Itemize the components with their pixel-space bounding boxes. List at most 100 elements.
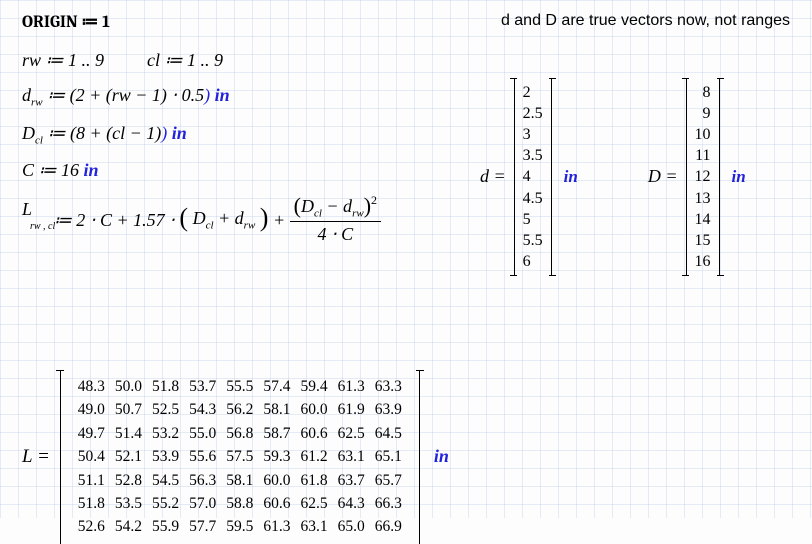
matrix-cell: 58.8 xyxy=(222,493,257,514)
matrix-cell: 57.5 xyxy=(222,446,257,467)
matrix-row: 50.452.153.955.657.559.361.263.165.1 xyxy=(74,446,406,467)
matrix-cell: 59.4 xyxy=(297,376,332,397)
matrix-cell: 53.7 xyxy=(185,376,220,397)
vector-d-values: 22.533.544.555.56 xyxy=(517,78,549,276)
range-rw: rw ≔ 1 .. 9 xyxy=(22,50,104,70)
matrix-cell: 55.0 xyxy=(185,423,220,444)
matrix-cell: 54.5 xyxy=(148,470,183,491)
vector-cell: 14 xyxy=(695,209,711,230)
unit-in: in xyxy=(84,160,99,180)
matrix-cell: 61.3 xyxy=(334,376,369,397)
matrix-cell: 54.2 xyxy=(111,516,146,537)
matrix-cell: 50.4 xyxy=(74,446,109,467)
vector-cell: 4 xyxy=(523,166,543,187)
vector-cell: 2 xyxy=(523,82,543,103)
unit-in: in xyxy=(172,123,187,143)
matrix-cell: 52.5 xyxy=(148,399,183,420)
matrix-cell: 56.3 xyxy=(185,470,220,491)
matrix-cell: 51.4 xyxy=(111,423,146,444)
matrix-cell: 63.1 xyxy=(334,446,369,467)
matrix-cell: 65.1 xyxy=(371,446,406,467)
matrix-cell: 55.5 xyxy=(222,376,257,397)
matrix-cell: 52.1 xyxy=(111,446,146,467)
matrix-row: 48.350.051.853.755.557.459.461.363.3 xyxy=(74,376,406,397)
matrix-row: 51.853.555.257.058.860.662.564.366.3 xyxy=(74,493,406,514)
vector-cell: 16 xyxy=(695,251,711,272)
matrix-cell: 59.3 xyxy=(259,446,294,467)
vector-cell: 6 xyxy=(523,251,543,272)
matrix-cell: 58.7 xyxy=(259,423,294,444)
origin-definition: ORIGIN ≔ 1 xyxy=(22,12,110,32)
matrix-cell: 60.6 xyxy=(259,493,294,514)
matrix-cell: 52.6 xyxy=(74,516,109,537)
vector-cell: 10 xyxy=(695,124,711,145)
matrix-cell: 65.7 xyxy=(371,470,406,491)
unit-in: in xyxy=(434,446,449,467)
matrix-cell: 61.8 xyxy=(297,470,332,491)
matrix-cell: 57.7 xyxy=(185,516,220,537)
vector-cell: 5 xyxy=(523,209,543,230)
vector-capital-d-display: D = 8910111213141516 in xyxy=(648,78,746,276)
matrix-cell: 55.2 xyxy=(148,493,183,514)
matrix-cell: 64.5 xyxy=(371,423,406,444)
matrix-cell: 60.0 xyxy=(297,399,332,420)
unit-in: in xyxy=(732,167,746,187)
matrix-cell: 50.7 xyxy=(111,399,146,420)
matrix-cell: 63.7 xyxy=(334,470,369,491)
matrix-row: 49.050.752.554.356.258.160.061.963.9 xyxy=(74,399,406,420)
matrix-cell: 58.1 xyxy=(222,470,257,491)
matrix-cell: 53.2 xyxy=(148,423,183,444)
matrix-cell: 53.9 xyxy=(148,446,183,467)
matrix-cell: 55.6 xyxy=(185,446,220,467)
matrix-cell: 48.3 xyxy=(74,376,109,397)
range-cl: cl ≔ 1 .. 9 xyxy=(147,50,223,70)
vector-cell: 8 xyxy=(695,82,711,103)
matrix-cell: 63.3 xyxy=(371,376,406,397)
matrix-cell: 50.0 xyxy=(111,376,146,397)
vector-cell: 5.5 xyxy=(523,230,543,251)
matrix-cell: 63.1 xyxy=(297,516,332,537)
vector-cell: 2.5 xyxy=(523,103,543,124)
matrix-cell: 65.0 xyxy=(334,516,369,537)
matrix-cell: 61.9 xyxy=(334,399,369,420)
vector-cell: 3 xyxy=(523,124,543,145)
vector-capital-d-values: 8910111213141516 xyxy=(689,78,717,276)
vector-cell: 9 xyxy=(695,103,711,124)
vector-cell: 11 xyxy=(695,145,711,166)
matrix-cell: 60.6 xyxy=(297,423,332,444)
matrix-cell: 63.9 xyxy=(371,399,406,420)
matrix-cell: 54.3 xyxy=(185,399,220,420)
matrix-cell: 57.4 xyxy=(259,376,294,397)
vector-cell: 13 xyxy=(695,188,711,209)
matrix-cell: 51.1 xyxy=(74,470,109,491)
vector-d-display: d = 22.533.544.555.56 in xyxy=(480,78,578,276)
matrix-cell: 49.7 xyxy=(74,423,109,444)
matrix-cell: 61.3 xyxy=(259,516,294,537)
unit-in: in xyxy=(564,167,578,187)
unit-in: in xyxy=(215,85,230,105)
vector-cell: 12 xyxy=(695,166,711,187)
matrix-cell: 60.0 xyxy=(259,470,294,491)
matrix-row: 49.751.453.255.056.858.760.662.564.5 xyxy=(74,423,406,444)
matrix-cell: 66.9 xyxy=(371,516,406,537)
matrix-cell: 55.9 xyxy=(148,516,183,537)
matrix-cell: 56.8 xyxy=(222,423,257,444)
vector-cell: 4.5 xyxy=(523,188,543,209)
matrix-cell: 58.1 xyxy=(259,399,294,420)
matrix-cell: 51.8 xyxy=(74,493,109,514)
matrix-cell: 57.0 xyxy=(185,493,220,514)
matrix-cell: 66.3 xyxy=(371,493,406,514)
matrix-cell: 49.0 xyxy=(74,399,109,420)
matrix-cell: 56.2 xyxy=(222,399,257,420)
matrix-cell: 62.5 xyxy=(297,493,332,514)
matrix-cell: 64.3 xyxy=(334,493,369,514)
matrix-row: 51.152.854.556.358.160.061.863.765.7 xyxy=(74,470,406,491)
vector-cell: 3.5 xyxy=(523,145,543,166)
matrix-cell: 53.5 xyxy=(111,493,146,514)
matrix-cell: 61.2 xyxy=(297,446,332,467)
header-note: d and D are true vectors now, not ranges xyxy=(501,12,790,32)
matrix-row: 52.654.255.957.759.561.363.165.066.9 xyxy=(74,516,406,537)
matrix-cell: 59.5 xyxy=(222,516,257,537)
vector-cell: 15 xyxy=(695,230,711,251)
matrix-cell: 52.8 xyxy=(111,470,146,491)
